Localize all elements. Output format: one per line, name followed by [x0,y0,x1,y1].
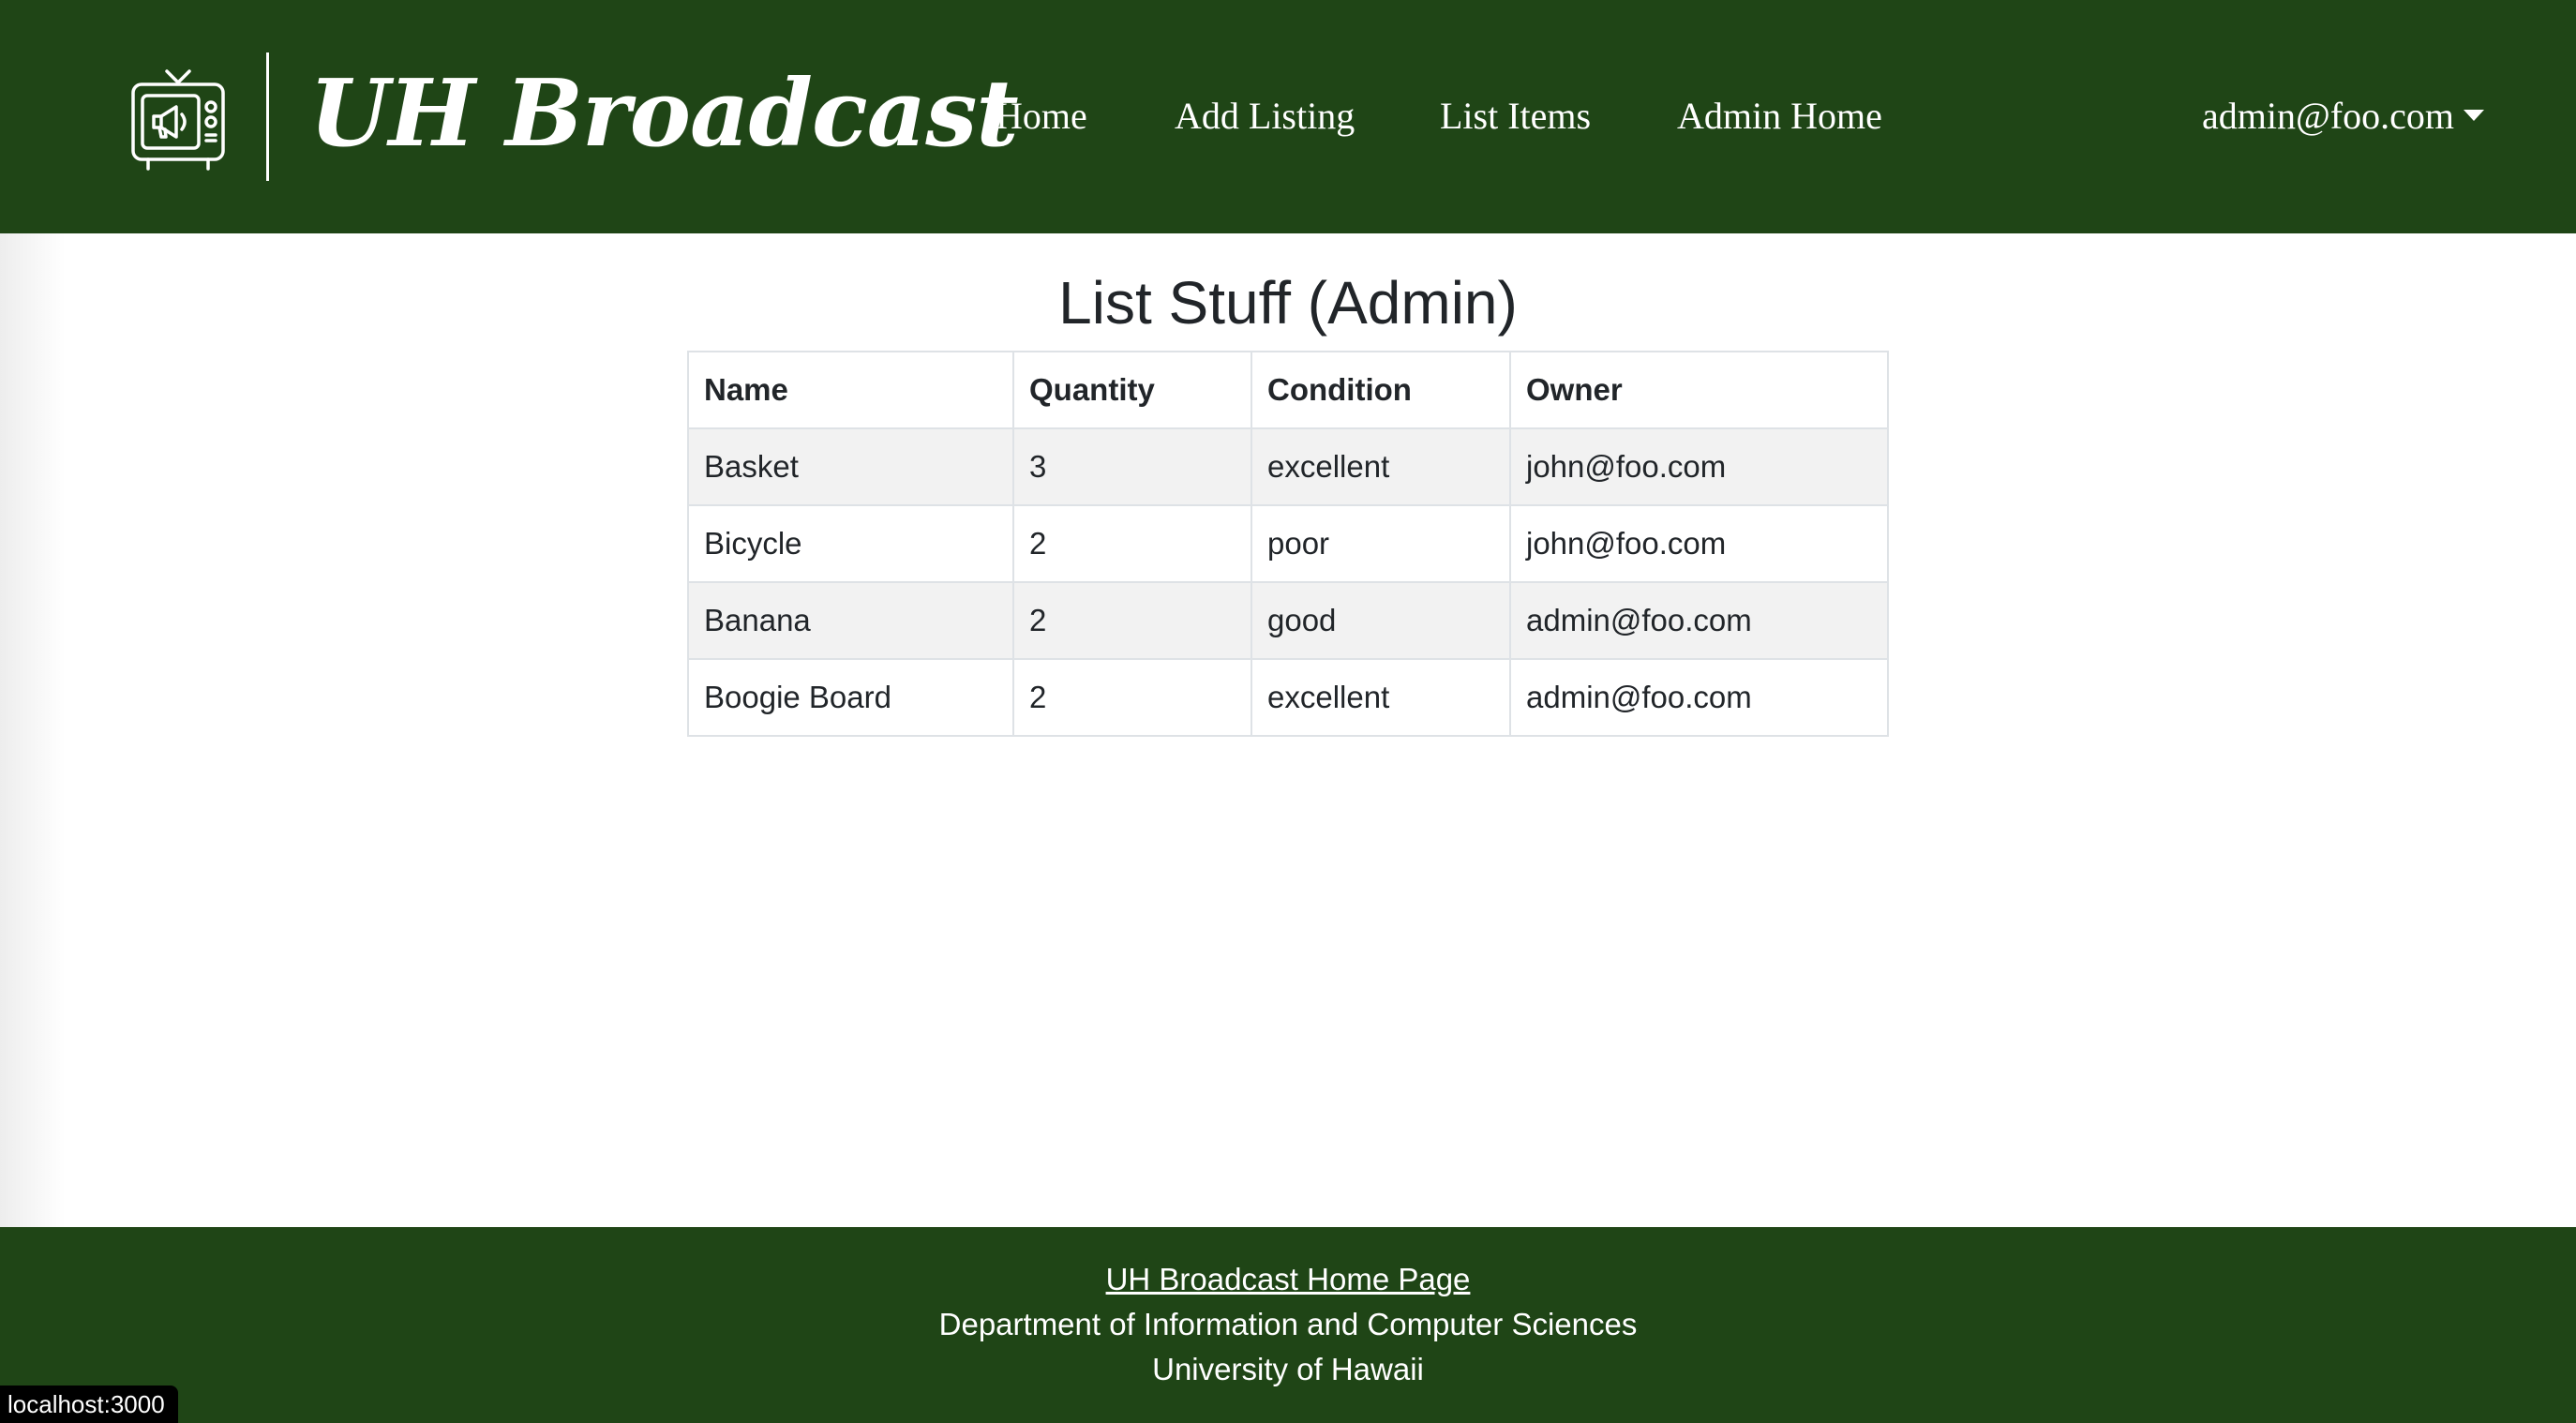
column-header-condition: Condition [1251,351,1511,429]
tv-megaphone-icon[interactable] [129,67,227,176]
cell-quantity: 3 [1012,427,1252,506]
left-edge-shadow [0,233,66,1227]
brand-title[interactable]: UH Broadcast [309,58,1019,171]
cell-name: Boogie Board [687,658,1014,737]
cell-quantity: 2 [1012,504,1252,583]
table-row: Basket 3 excellent john@foo.com [687,427,1889,506]
nav-link-list-items[interactable]: List Items [1440,90,1591,142]
table-row: Boogie Board 2 excellent admin@foo.com [687,658,1889,737]
nav-link-admin-home[interactable]: Admin Home [1677,90,1882,142]
nav-link-add-listing[interactable]: Add Listing [1175,90,1355,142]
nav-link-home[interactable]: Home [996,90,1087,142]
table-row: Bicycle 2 poor john@foo.com [687,504,1889,583]
navbar: UH Broadcast Home Add Listing List Items… [0,0,2576,233]
cell-condition: good [1251,581,1511,660]
cell-condition: excellent [1251,658,1511,737]
footer: UH Broadcast Home Page Department of Inf… [0,1227,2576,1423]
cell-name: Bicycle [687,504,1014,583]
column-header-quantity: Quantity [1012,351,1252,429]
column-header-name: Name [687,351,1014,429]
caret-down-icon [2464,110,2484,121]
cell-name: Basket [687,427,1014,506]
cell-owner: admin@foo.com [1509,581,1889,660]
cell-name: Banana [687,581,1014,660]
column-header-owner: Owner [1509,351,1889,429]
cell-owner: john@foo.com [1509,504,1889,583]
cell-quantity: 2 [1012,581,1252,660]
status-bar-url: localhost:3000 [0,1386,178,1423]
cell-owner: admin@foo.com [1509,658,1889,737]
page-title: List Stuff (Admin) [1058,269,1518,337]
cell-quantity: 2 [1012,658,1252,737]
cell-condition: poor [1251,504,1511,583]
cell-condition: excellent [1251,427,1511,506]
user-dropdown[interactable]: admin@foo.com [2202,90,2484,142]
footer-university: University of Hawaii [1152,1352,1424,1386]
user-dropdown-label: admin@foo.com [2201,95,2454,137]
footer-department: Department of Information and Computer S… [938,1307,1638,1341]
brand-divider [266,52,269,181]
cell-owner: john@foo.com [1509,427,1889,506]
footer-home-link[interactable]: UH Broadcast Home Page [0,1259,2576,1300]
table-header-row: Name Quantity Condition Owner [687,351,1889,429]
stuff-table: Name Quantity Condition Owner Basket 3 e… [687,351,1889,737]
table-row: Banana 2 good admin@foo.com [687,581,1889,660]
